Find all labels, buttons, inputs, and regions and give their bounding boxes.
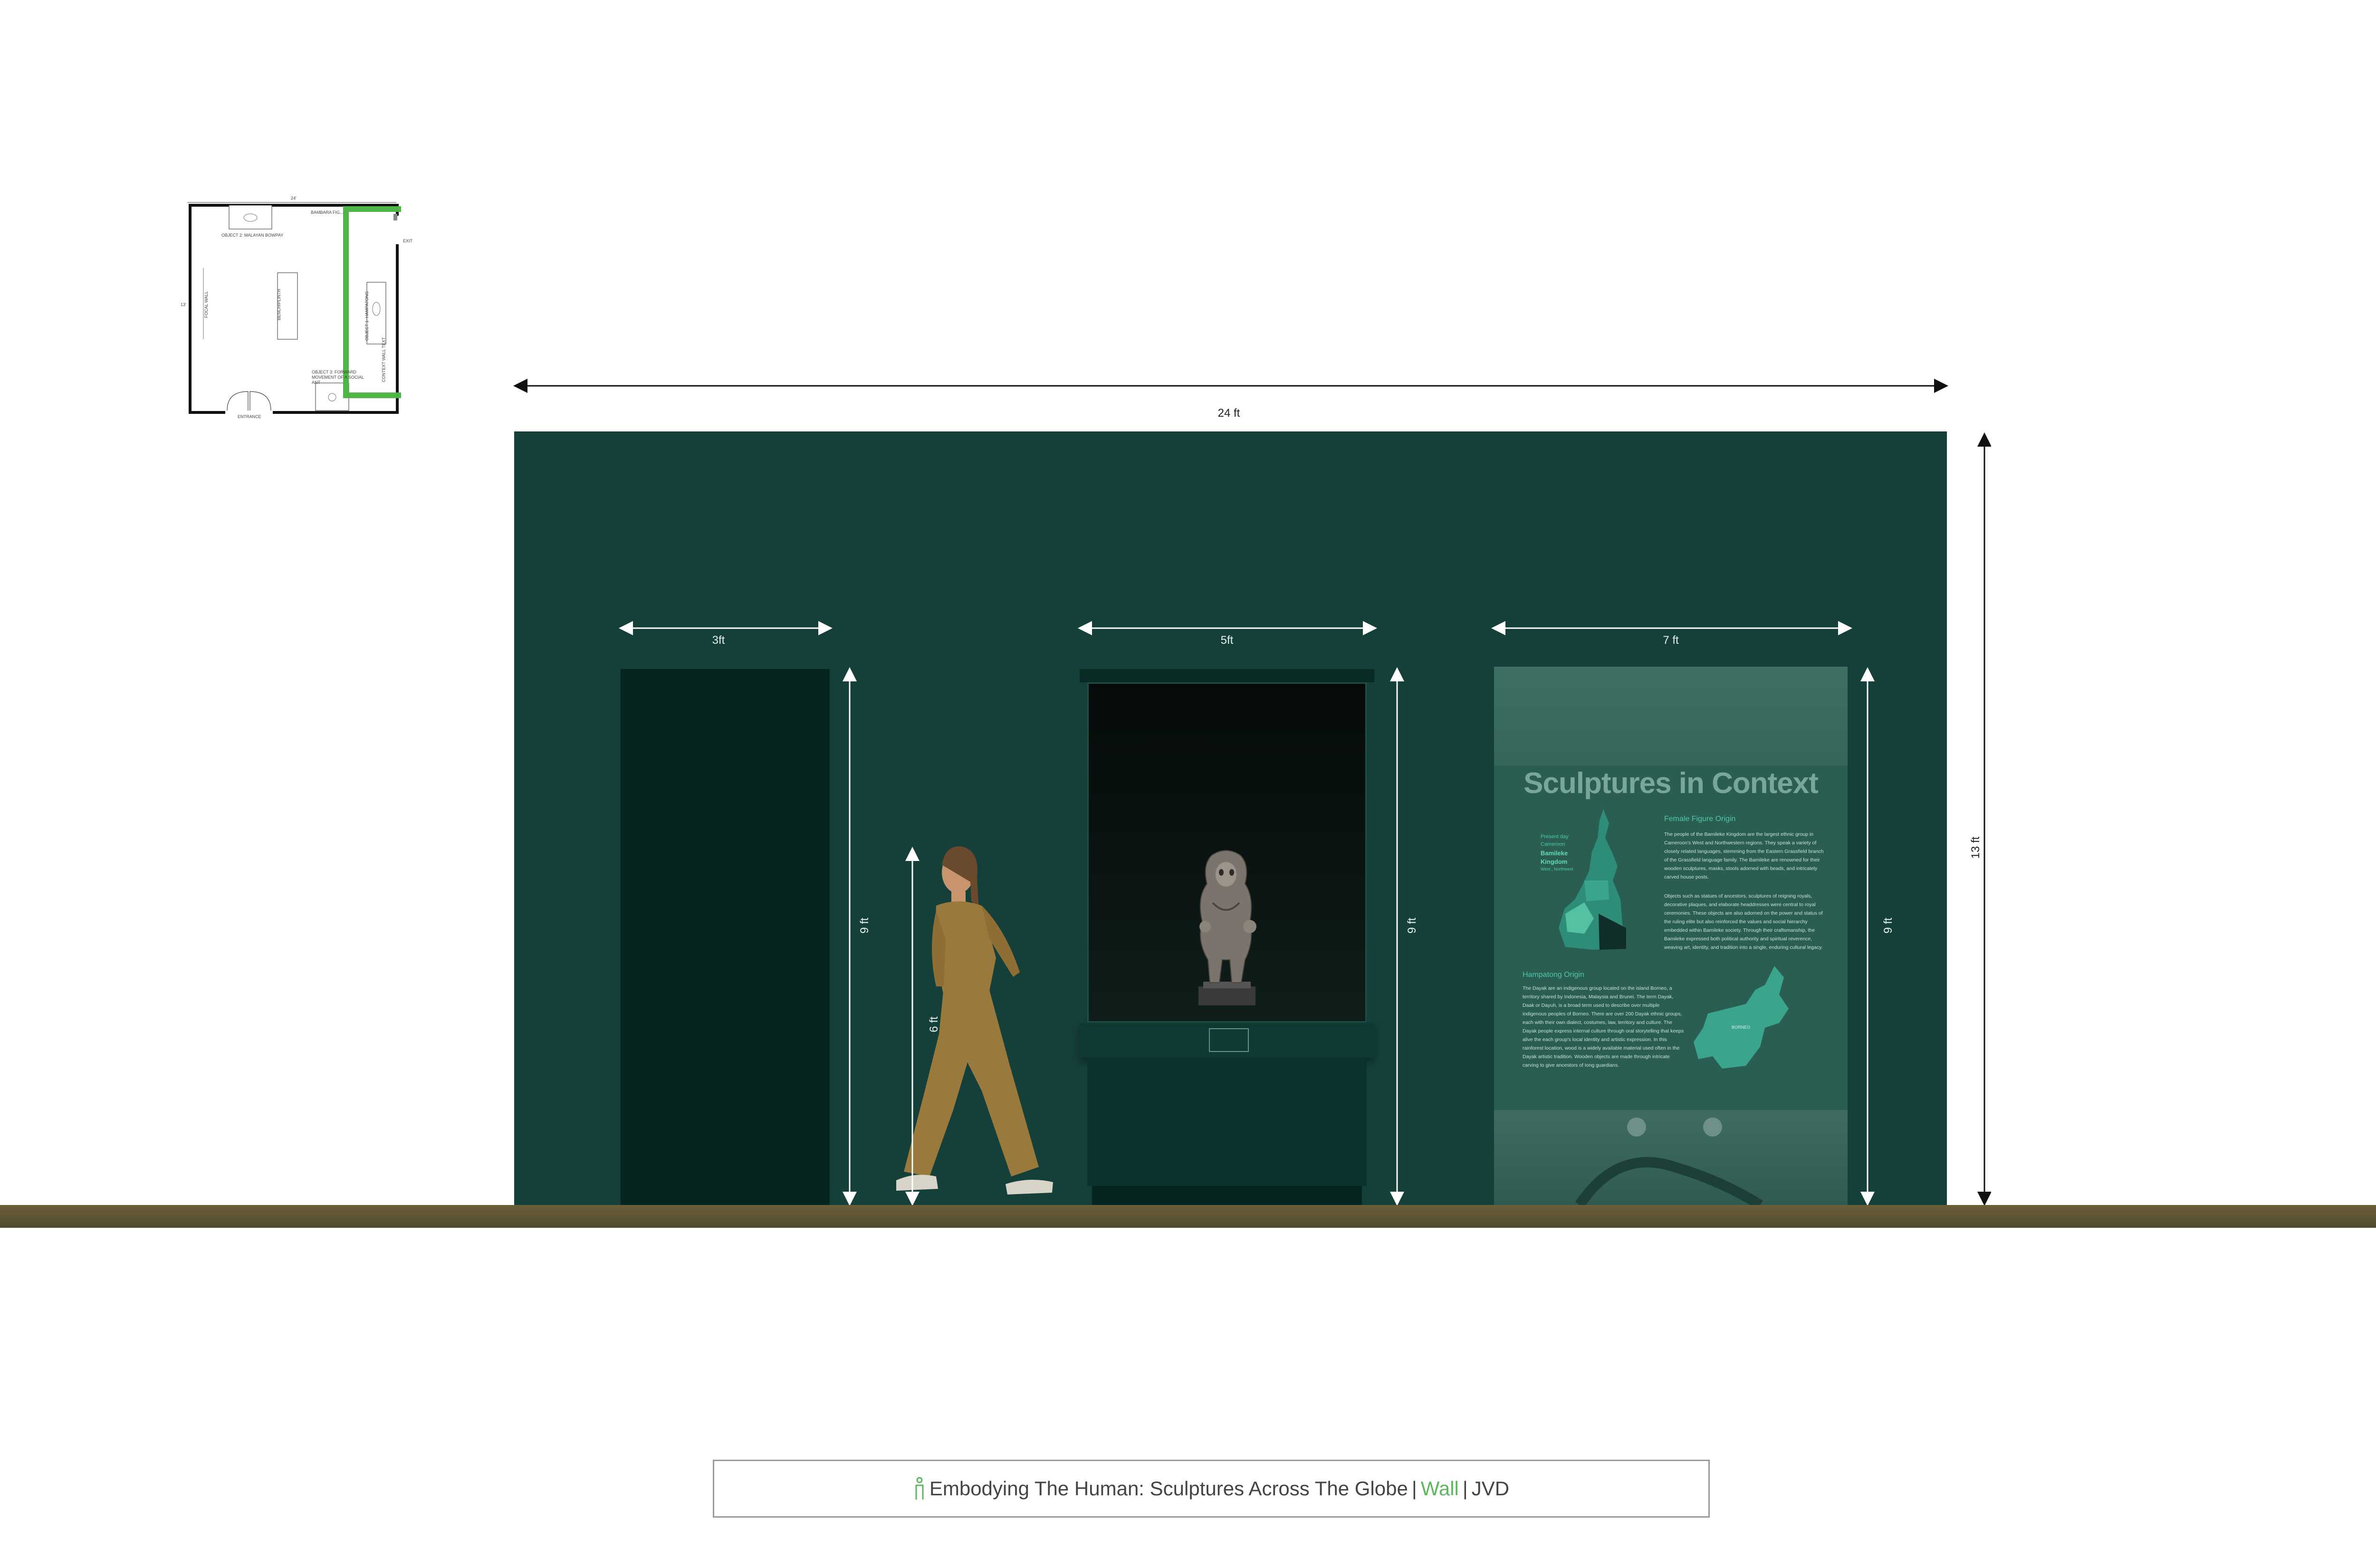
exhibition-title: Embodying The Human: Sculptures Across T… [929,1477,1408,1500]
fp-label-left: FOCAL WALL [204,291,209,318]
fp-dim-left: 13' [181,302,186,307]
fp-label-object3: OBJECT 3: FORWARD MOVEMENT OF A SOCIAL A… [312,370,364,385]
overall-height-label: 13 ft [1969,836,1982,859]
title-separator-2: | [1462,1477,1468,1500]
fp-label-exit: EXIT [403,239,413,243]
case-height-label: 9 ft [1406,918,1418,934]
person-icon [915,1477,924,1500]
floor-plan-thumbnail: BAMBARA FIG... OBJECT 2: MALAYAN BOWPAY … [181,196,421,419]
door-height-label: 9 ft [858,918,871,934]
view-label: Wall [1420,1477,1459,1500]
title-separator-1: | [1411,1477,1417,1500]
fp-label-top: BAMBARA FIG... [311,210,344,215]
fp-label-wall-text: CONTEXT WALL TEXT [381,337,386,382]
panel-width-label: 7 ft [1663,634,1679,647]
fp-dim-top: 24' [291,196,297,201]
overall-width-label: 24 ft [1217,407,1240,420]
person-height-label: 6 ft [928,1016,940,1033]
fp-label-object2: OBJECT 2: MALAYAN BOWPAY [221,233,284,238]
inner-dimension-lines [619,621,1875,1206]
door-width-label: 3ft [712,634,725,647]
author-label: JVD [1471,1477,1510,1500]
gallery-floor [0,1205,2376,1228]
fp-label-case: OBJECT 1: HAMPATONG [364,291,370,341]
fp-label-bench: BENCH/PLINTH [277,288,282,321]
title-block: Embodying The Human: Sculptures Across T… [713,1460,1710,1518]
fp-label-entrance: ENTRANCE [238,414,261,419]
case-width-label: 5ft [1220,634,1234,647]
panel-height-label: 9 ft [1882,918,1895,934]
